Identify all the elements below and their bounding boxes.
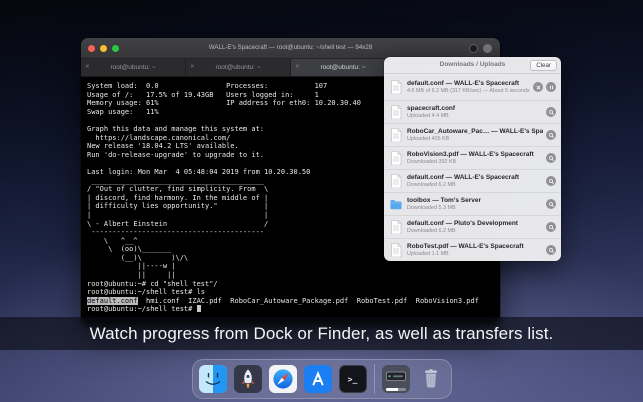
magnifier-icon	[548, 178, 555, 185]
cancel-transfer-button[interactable]	[533, 82, 543, 92]
transfer-name: RoboVision3.pdf — WALL-E's Spacecraft	[407, 151, 543, 158]
magnifier-icon	[548, 132, 555, 139]
close-window-button[interactable]	[88, 45, 95, 52]
reveal-button[interactable]	[546, 245, 556, 255]
transfer-row[interactable]: default.conf — WALL-E's Spacecraft Downl…	[384, 170, 561, 193]
terminal-line: root@ubuntu:~# cd "shell test"/	[87, 280, 494, 289]
ls-rest: hmi.conf IZAC.pdf RoboCar_Autoware_Packa…	[138, 297, 479, 305]
finder-dock-icon[interactable]	[199, 365, 227, 393]
safari-dock-icon[interactable]	[269, 365, 297, 393]
tab-close-icon[interactable]: ✕	[190, 65, 195, 71]
tab-label: root@ubuntu: ~	[110, 64, 155, 71]
tab-close-icon[interactable]: ✕	[295, 65, 300, 71]
transfer-status: 4.6 MB of 6.2 MB (317 KB/sec) — About 5 …	[407, 88, 530, 94]
terminal-line: ||----w |	[87, 262, 494, 271]
prompt-text: root@ubuntu:~/shell test#	[87, 305, 197, 313]
terminal-line: root@ubuntu:~/shell test# ls	[87, 288, 494, 297]
clear-button[interactable]: Clear	[530, 60, 557, 71]
reveal-button[interactable]	[546, 199, 556, 209]
document-icon	[390, 220, 402, 234]
document-icon	[390, 151, 402, 165]
magnifier-icon	[548, 224, 555, 231]
app-store-dock-icon[interactable]	[304, 365, 332, 393]
transfer-name: RoboCar_Autoware_Pac… — WALL-E's Spacecr…	[407, 128, 543, 135]
folder-icon	[390, 199, 402, 210]
pause-transfer-button[interactable]	[546, 82, 556, 92]
terminal-glyph: >_	[348, 375, 358, 384]
tab-2[interactable]: ✕ root@ubuntu: ~	[186, 59, 291, 76]
document-icon	[390, 243, 402, 257]
transfer-status: Downloaded 6.2 MB	[407, 182, 543, 188]
reveal-button[interactable]	[546, 130, 556, 140]
dock-progress-bar	[386, 388, 406, 391]
ls-selected-file: default.conf	[87, 297, 138, 305]
zoom-window-button[interactable]	[112, 45, 119, 52]
transfer-name: default.conf — Pluto's Development	[407, 220, 543, 227]
transfer-status: Downloaded 392 KB	[407, 159, 543, 165]
transfers-header: Downloads / Uploads Clear	[384, 57, 561, 74]
transfer-name: spacecraft.conf	[407, 105, 543, 112]
magnifier-icon	[548, 155, 555, 162]
launchpad-dock-icon[interactable]	[234, 365, 262, 393]
reveal-button[interactable]	[546, 153, 556, 163]
magnifier-icon	[548, 109, 555, 116]
minimize-window-button[interactable]	[100, 45, 107, 52]
transfer-row[interactable]: toolbox — Tom's Server Downloaded 5.3 MB	[384, 193, 561, 216]
shell-status-icon[interactable]	[469, 44, 478, 53]
titlebar-icons	[469, 44, 492, 53]
terminal-dock-icon[interactable]: >_	[339, 365, 367, 393]
document-icon	[390, 80, 402, 94]
transfer-row[interactable]: RoboVision3.pdf — WALL-E's Spacecraft Do…	[384, 147, 561, 170]
transfer-row[interactable]: RoboCar_Autoware_Pac… — WALL-E's Spacecr…	[384, 124, 561, 147]
transfers-list: default.conf — WALL-E's Spacecraft 4.6 M…	[384, 74, 561, 261]
tab-1[interactable]: ✕ root@ubuntu: ~	[81, 59, 186, 76]
tab-label: root@ubuntu: ~	[215, 64, 260, 71]
document-icon	[390, 128, 402, 142]
transfer-status: Downloaded 5.3 MB	[407, 205, 543, 211]
trash-dock-icon[interactable]	[417, 365, 445, 393]
transfer-status: Uploaded 1.1 MB	[407, 251, 543, 257]
drive-dock-icon[interactable]	[382, 365, 410, 393]
transfer-name: default.conf — WALL-E's Spacecraft	[407, 80, 530, 87]
terminal-line: || ||	[87, 271, 494, 280]
pause-icon	[548, 84, 555, 91]
dock-separator	[374, 364, 375, 394]
tab-close-icon[interactable]: ✕	[85, 65, 90, 71]
transfer-status: Uploaded 405 KB	[407, 136, 543, 142]
magnifier-icon	[548, 247, 555, 254]
transfer-status: Uploaded 4.4 MB	[407, 113, 543, 119]
transfer-name: default.conf — WALL-E's Spacecraft	[407, 174, 543, 181]
transfer-row[interactable]: spacecraft.conf Uploaded 4.4 MB	[384, 101, 561, 124]
window-titlebar[interactable]: WALL-E's Spacecraft — root@ubuntu: ~/she…	[81, 38, 500, 59]
transfer-row[interactable]: default.conf — WALL-E's Spacecraft 4.6 M…	[384, 74, 561, 101]
x-icon	[535, 84, 542, 91]
terminal-prompt-line: root@ubuntu:~/shell test#	[87, 305, 494, 314]
terminal-cursor	[197, 305, 201, 312]
caption-text: Watch progress from Dock or Finder, as w…	[90, 324, 554, 344]
reveal-button[interactable]	[546, 222, 556, 232]
dock: >_	[192, 359, 452, 399]
tab-label: root@ubuntu: ~	[320, 64, 365, 71]
caption-band: Watch progress from Dock or Finder, as w…	[0, 317, 643, 350]
dock-progress-fill	[386, 388, 398, 391]
window-title: WALL-E's Spacecraft — root@ubuntu: ~/she…	[111, 38, 470, 58]
transfer-row[interactable]: RoboTest.pdf — WALL-E's Spacecraft Uploa…	[384, 239, 561, 261]
reveal-button[interactable]	[546, 107, 556, 117]
transfer-name: RoboTest.pdf — WALL-E's Spacecraft	[407, 243, 543, 250]
document-icon	[390, 174, 402, 188]
reveal-button[interactable]	[546, 176, 556, 186]
terminal-ls-output: default.conf hmi.conf IZAC.pdf RoboCar_A…	[87, 297, 494, 306]
magnifier-icon	[548, 201, 555, 208]
transfers-toolbar-icon[interactable]	[483, 44, 492, 53]
document-icon	[390, 105, 402, 119]
transfer-status: Downloaded 6.2 MB	[407, 228, 543, 234]
tab-3[interactable]: ✕ root@ubuntu: ~	[291, 59, 396, 76]
transfer-row[interactable]: default.conf — Pluto's Development Downl…	[384, 216, 561, 239]
transfers-popover: Downloads / Uploads Clear default.conf —…	[384, 57, 561, 261]
transfer-name: toolbox — Tom's Server	[407, 197, 543, 204]
traffic-lights	[88, 45, 119, 52]
